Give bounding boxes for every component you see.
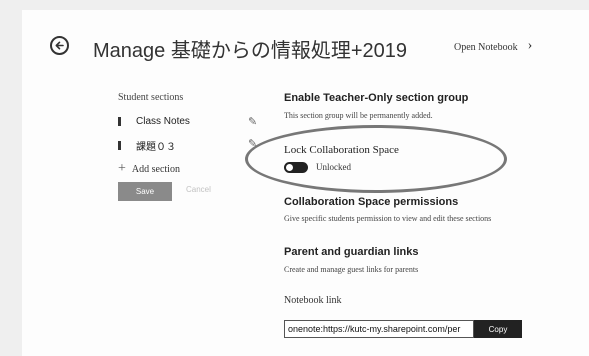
section-item-assignment-03[interactable]: 課題０３ [118, 138, 176, 153]
toggle-knob [286, 164, 293, 171]
notebook-link-title: Notebook link [284, 295, 342, 306]
open-notebook-link[interactable]: Open Notebook › [454, 38, 533, 54]
section-label: Class Notes [136, 116, 190, 127]
section-marker [118, 141, 121, 150]
section-marker [118, 117, 121, 126]
guardian-links-desc: Create and manage guest links for parent… [284, 265, 419, 274]
collab-permissions-desc: Give specific students permission to vie… [284, 214, 492, 223]
section-label: 課題０３ [136, 142, 176, 153]
lock-collaboration-title: Lock Collaboration Space [284, 144, 399, 156]
lock-state-label: Unlocked [316, 162, 351, 172]
open-notebook-label: Open Notebook [454, 41, 518, 53]
back-button[interactable] [50, 36, 69, 55]
chevron-right-icon: › [527, 38, 533, 53]
edit-pencil-icon[interactable]: ✎ [248, 137, 257, 150]
plus-icon: + [118, 161, 126, 176]
student-sections-heading: Student sections [118, 92, 184, 103]
copy-button[interactable]: Copy [474, 320, 522, 338]
edit-pencil-icon[interactable]: ✎ [248, 115, 257, 128]
save-button[interactable]: Save [118, 182, 172, 201]
cancel-button[interactable]: Cancel [186, 185, 211, 194]
arrow-left-icon [55, 41, 64, 50]
teacher-only-note: This section group will be permanently a… [284, 111, 433, 120]
page-title: Manage 基礎からの情報処理+2019 [93, 40, 408, 62]
notebook-link-field[interactable]: onenote:https://kutc-my.sharepoint.com/p… [284, 320, 474, 338]
collab-permissions-heading[interactable]: Collaboration Space permissions [284, 196, 458, 208]
lock-toggle[interactable] [284, 162, 308, 173]
teacher-only-heading[interactable]: Enable Teacher-Only section group [284, 92, 468, 104]
guardian-links-heading[interactable]: Parent and guardian links [284, 246, 418, 258]
add-section-button[interactable]: + Add section [118, 161, 180, 177]
section-item-class-notes[interactable]: Class Notes [118, 116, 190, 127]
add-section-label: Add section [131, 163, 180, 175]
